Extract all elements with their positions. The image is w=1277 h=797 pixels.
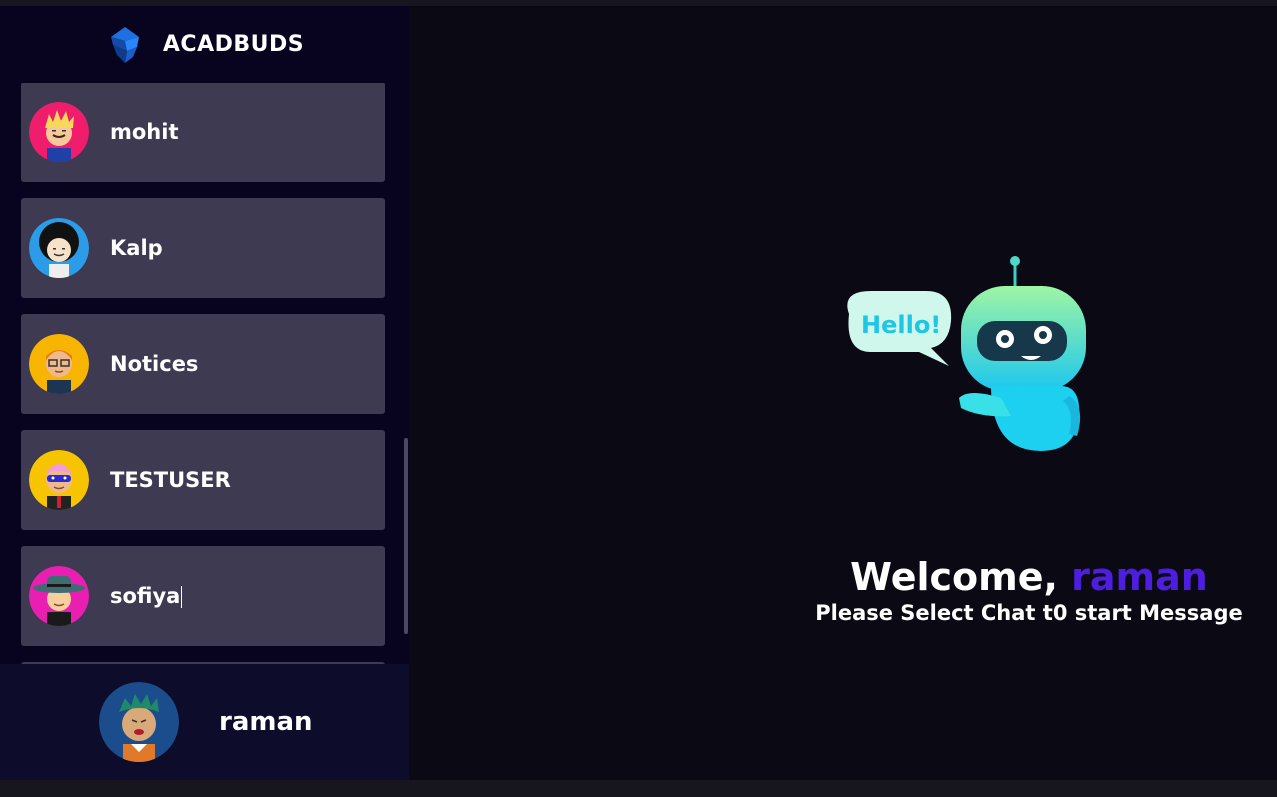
contact-list-scrollbar[interactable] (404, 438, 408, 634)
window-bottom-strip (0, 780, 1277, 797)
contact-name: mohit (110, 120, 179, 144)
avatar (29, 218, 89, 278)
speech-bubble-text: Hello! (861, 311, 941, 339)
avatar-masked-icon (29, 450, 89, 510)
avatar (29, 334, 89, 394)
app-frame: ACADBUDS mohit Kalp Notices TESTUSER sof… (0, 6, 1277, 780)
contact-name: TESTUSER (110, 468, 231, 492)
current-user-name: raman (219, 707, 313, 737)
welcome-message: Welcome, raman Please Select Chat t0 sta… (709, 554, 1277, 626)
avatar-hat-icon (29, 566, 89, 626)
sidebar: ACADBUDS mohit Kalp Notices TESTUSER sof… (0, 6, 409, 780)
avatar (29, 450, 89, 510)
avatar-glasses-icon (29, 334, 89, 394)
avatar (29, 102, 89, 162)
avatar-blond-mustache-icon (29, 102, 89, 162)
contact-name: sofiya (110, 584, 183, 608)
avatar-afro-icon (29, 218, 89, 278)
welcome-heading: Welcome, raman (709, 554, 1277, 600)
current-user-panel[interactable]: raman (0, 664, 409, 780)
avatar (29, 566, 89, 626)
welcome-username: raman (1071, 555, 1208, 599)
contact-item-mohit[interactable]: mohit (21, 83, 385, 182)
brand-name: ACADBUDS (162, 32, 305, 57)
contact-item-sofiya[interactable]: sofiya (21, 546, 385, 646)
avatar (99, 682, 179, 762)
brand-header[interactable]: ACADBUDS (0, 6, 409, 83)
contact-name: Notices (110, 352, 199, 376)
brand-logo-icon (110, 26, 139, 63)
contact-list[interactable]: mohit Kalp Notices TESTUSER sofiya (0, 83, 409, 664)
contact-name: Kalp (110, 236, 163, 260)
text-caret (181, 586, 183, 608)
robot-illustration: Hello! (847, 256, 1086, 451)
contact-item-notices[interactable]: Notices (21, 314, 385, 414)
avatar-green-hair-icon (99, 682, 179, 762)
chat-welcome-pane: Hello! Welcome, raman Please Select Chat… (409, 6, 1277, 780)
contact-item-testuser[interactable]: TESTUSER (21, 430, 385, 530)
contact-item-kalp[interactable]: Kalp (21, 198, 385, 298)
welcome-prefix: Welcome, (850, 555, 1072, 599)
welcome-subtitle: Please Select Chat t0 start Message (815, 601, 1243, 625)
